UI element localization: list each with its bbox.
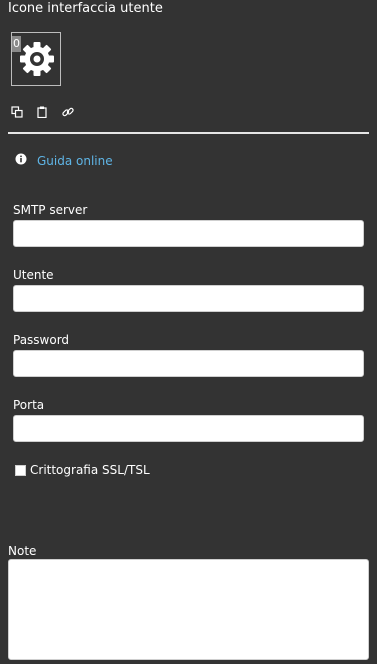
password-input[interactable] [13, 350, 364, 377]
divider [8, 132, 369, 134]
smtp-server-input[interactable] [13, 220, 364, 247]
info-icon [15, 153, 27, 165]
link-icon[interactable] [62, 106, 74, 118]
section-title: Icone interfaccia utente [8, 1, 163, 16]
paste-icon[interactable] [36, 106, 48, 118]
port-label: Porta [13, 398, 45, 412]
ssl-checkbox-label: Crittografia SSL/TSL [30, 463, 150, 477]
notes-textarea[interactable] [8, 559, 369, 660]
icon-tile[interactable]: 0 [11, 32, 61, 86]
ssl-checkbox[interactable] [15, 465, 26, 476]
user-label: Utente [13, 268, 54, 282]
notes-label: Note [8, 544, 37, 558]
gear-icon [20, 42, 54, 76]
user-input[interactable] [13, 285, 364, 312]
password-label: Password [13, 333, 70, 347]
port-input[interactable] [13, 415, 364, 442]
smtp-server-label: SMTP server [13, 203, 88, 217]
online-help-link[interactable]: Guida online [37, 153, 113, 169]
copy-icon[interactable] [11, 106, 23, 118]
